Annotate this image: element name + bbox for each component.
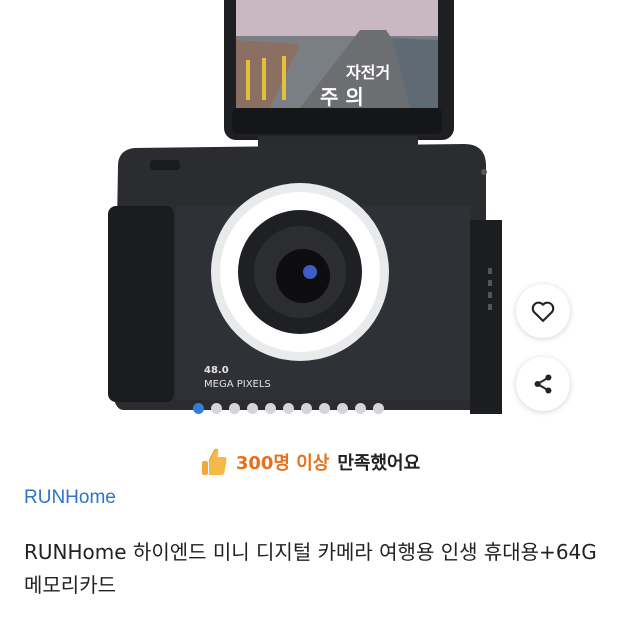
share-icon — [534, 374, 552, 394]
brand-link[interactable]: RUNHome — [24, 487, 116, 509]
satisfaction-count: 300명 이상 — [235, 453, 330, 474]
thumbs-up-icon — [201, 448, 227, 475]
carousel-dot[interactable] — [301, 402, 312, 414]
carousel-dot[interactable] — [283, 402, 294, 414]
body-print-number: 48.0 — [204, 365, 229, 376]
carousel-dot[interactable] — [247, 402, 258, 414]
satisfaction-banner: 300명 이상 만족했어요 — [0, 440, 620, 484]
carousel-dot[interactable] — [319, 402, 330, 414]
share-button[interactable] — [516, 357, 570, 411]
product-image: 자전거 주 의 48.0 MEGA PIXELS — [108, 0, 502, 414]
carousel-dot[interactable] — [373, 402, 384, 414]
carousel-dot[interactable] — [211, 402, 222, 414]
wishlist-button[interactable] — [516, 284, 570, 338]
carousel-dot-active[interactable] — [193, 402, 204, 414]
product-image-carousel[interactable]: 자전거 주 의 48.0 MEGA PIXELS — [0, 0, 620, 420]
screen-road-text-top: 자전거 — [346, 63, 390, 82]
product-title: RUNHome 하이엔드 미니 디지털 카메라 여행용 인생 휴대용+64G메모… — [24, 540, 597, 597]
body-print-text: MEGA PIXELS — [204, 379, 271, 390]
carousel-indicator — [193, 402, 384, 414]
screen-road-text-bottom: 주 의 — [320, 85, 364, 109]
carousel-dot[interactable] — [355, 402, 366, 414]
heart-outline-icon — [531, 301, 555, 322]
carousel-dot[interactable] — [265, 402, 276, 414]
carousel-dot[interactable] — [337, 402, 348, 414]
satisfaction-text: 만족했어요 — [337, 453, 421, 474]
carousel-dot[interactable] — [229, 402, 240, 414]
